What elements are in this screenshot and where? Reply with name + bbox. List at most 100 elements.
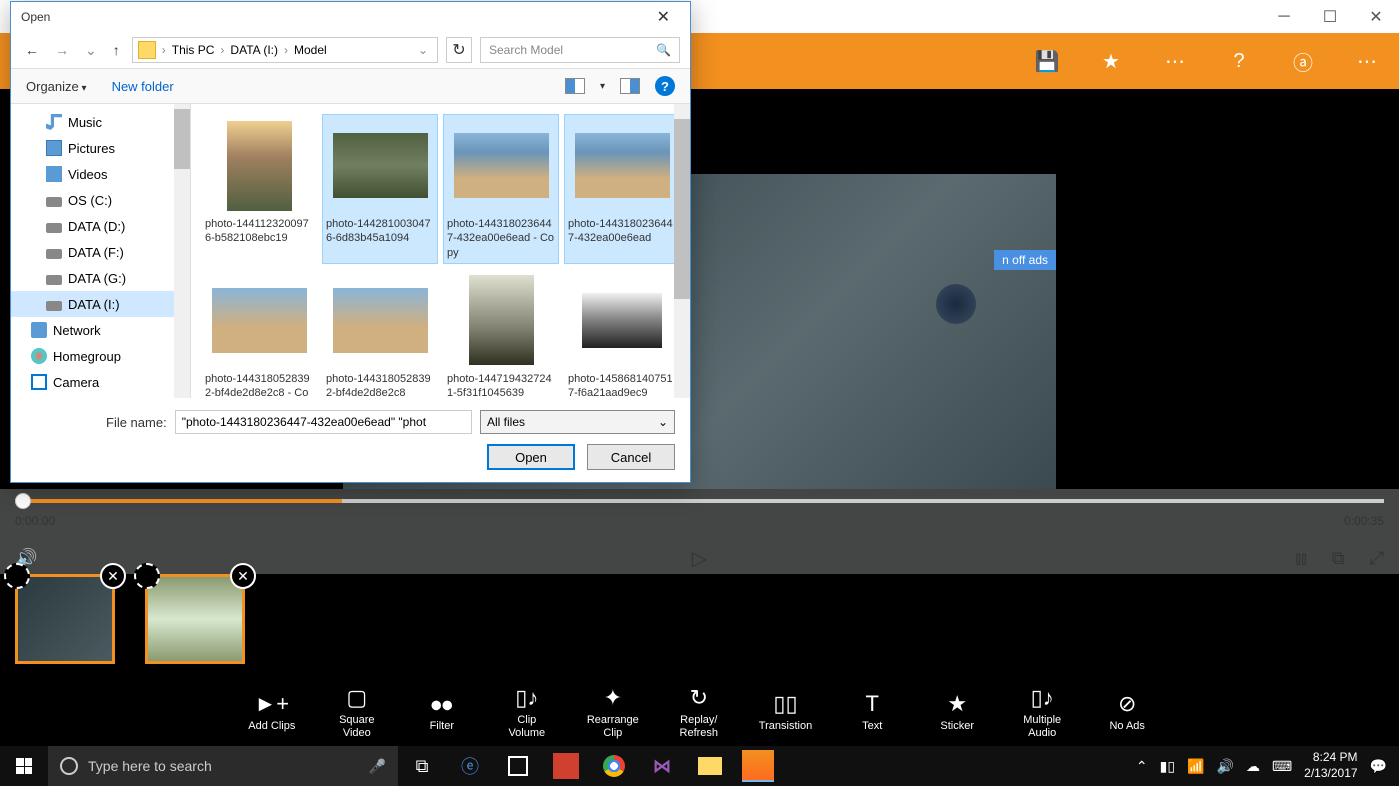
- sidebar-item-homegroup[interactable]: Homegroup: [11, 343, 190, 369]
- timeline-thumb[interactable]: [15, 493, 31, 509]
- star-icon[interactable]: ★: [1099, 49, 1123, 73]
- file-item[interactable]: photo-1442810030476-6d83b45a1094: [322, 114, 438, 264]
- help-button[interactable]: ?: [655, 76, 675, 96]
- clip-close-icon[interactable]: ✕: [230, 563, 256, 589]
- new-folder-button[interactable]: New folder: [112, 79, 174, 94]
- file-item[interactable]: photo-1443180236447-432ea00e6ead: [564, 114, 680, 264]
- back-button[interactable]: ←: [21, 42, 43, 58]
- store-icon[interactable]: [508, 756, 528, 776]
- tool-icon: ⦁⦁: [431, 692, 453, 716]
- tool-filter[interactable]: ⦁⦁Filter: [417, 692, 467, 733]
- breadcrumb[interactable]: › This PC › DATA (I:) › Model ⌄: [132, 37, 438, 63]
- breadcrumb-item[interactable]: Model: [294, 43, 327, 57]
- sidebar-item-datad[interactable]: DATA (D:): [11, 213, 190, 239]
- file-item[interactable]: photo-1443180528392-bf4de2d8e2c8 - Copy: [201, 269, 317, 398]
- view-dropdown[interactable]: ▾: [600, 81, 605, 92]
- tool-clipvolume[interactable]: ▯♪ClipVolume: [502, 686, 552, 740]
- popout-icon[interactable]: ⧉: [1332, 548, 1345, 569]
- more-icon[interactable]: ⋯: [1163, 49, 1187, 73]
- recent-dropdown[interactable]: ⌄: [81, 42, 101, 59]
- start-button[interactable]: [0, 746, 48, 786]
- file-thumbnail: [575, 273, 670, 368]
- dialog-title: Open: [21, 10, 50, 24]
- file-item[interactable]: photo-1441123200976-b582108ebc19: [201, 114, 317, 264]
- clip-expand-icon[interactable]: [4, 563, 30, 589]
- preview-pane-button[interactable]: [620, 78, 640, 94]
- time-start: 0:00:00: [15, 514, 55, 528]
- edge-icon[interactable]: ⓔ: [446, 746, 494, 786]
- sidebar-item-dataf[interactable]: DATA (F:): [11, 239, 190, 265]
- tray-expand-icon[interactable]: ⌃: [1136, 758, 1148, 775]
- search-input[interactable]: Search Model 🔍: [480, 37, 680, 63]
- file-grid[interactable]: photo-1441123200976-b582108ebc19photo-14…: [191, 104, 690, 398]
- organize-menu[interactable]: Organize: [26, 79, 87, 94]
- tool-addclips[interactable]: ►+Add Clips: [247, 692, 297, 733]
- tool-squarevideo[interactable]: ▢SquareVideo: [332, 686, 382, 740]
- sidebar-item-network[interactable]: Network: [11, 317, 190, 343]
- up-button[interactable]: ↑: [109, 42, 124, 58]
- keyboard-icon[interactable]: ⌨: [1272, 758, 1292, 775]
- file-item[interactable]: photo-1458681407517-f6a21aad9ec9: [564, 269, 680, 398]
- app-icon[interactable]: [553, 753, 579, 779]
- chrome-icon[interactable]: [603, 755, 625, 777]
- tool-rearrangeclip[interactable]: ✦RearrangeClip: [587, 686, 639, 740]
- refresh-button[interactable]: ↻: [446, 37, 472, 63]
- wifi-icon[interactable]: 📶: [1187, 758, 1204, 775]
- clip-close-icon[interactable]: ✕: [100, 563, 126, 589]
- taskbar-search[interactable]: Type here to search 🎤: [48, 746, 398, 786]
- badge-icon[interactable]: ⓐ: [1291, 49, 1315, 73]
- tool-transistion[interactable]: ▯▯Transistion: [759, 692, 812, 733]
- more2-icon[interactable]: ⋯: [1355, 49, 1379, 73]
- onedrive-icon[interactable]: ☁: [1246, 758, 1260, 775]
- fullscreen-icon[interactable]: ⤢: [1370, 548, 1384, 569]
- dialog-close-button[interactable]: ✕: [647, 7, 680, 27]
- clock[interactable]: 8:24 PM 2/13/2017: [1304, 750, 1357, 781]
- volume-icon[interactable]: 🔊: [1217, 758, 1234, 775]
- save-icon[interactable]: 💾: [1035, 49, 1059, 73]
- notifications-icon[interactable]: 💬: [1370, 758, 1387, 775]
- tool-sticker[interactable]: ★Sticker: [932, 692, 982, 733]
- tool-noads[interactable]: ⊘No Ads: [1102, 692, 1152, 733]
- visualstudio-icon[interactable]: ⋈: [638, 746, 686, 786]
- breadcrumb-item[interactable]: This PC: [172, 43, 215, 57]
- sidebar-item-osc[interactable]: OS (C:): [11, 187, 190, 213]
- forward-button[interactable]: →: [51, 42, 73, 58]
- taskview-icon[interactable]: ⧉: [398, 746, 446, 786]
- sidebar-item-label: DATA (D:): [68, 219, 125, 234]
- sidebar-item-datai[interactable]: DATA (I:): [11, 291, 190, 317]
- play-button[interactable]: ▷: [692, 546, 707, 571]
- mic-icon[interactable]: 🎤: [369, 758, 386, 775]
- battery-icon[interactable]: ▮▯: [1160, 758, 1175, 775]
- open-button[interactable]: Open: [487, 444, 575, 470]
- clip-expand-icon[interactable]: [134, 563, 160, 589]
- frame-icon[interactable]: ⫾⫾: [1295, 548, 1307, 569]
- cancel-button[interactable]: Cancel: [587, 444, 675, 470]
- help-icon[interactable]: ?: [1227, 49, 1251, 73]
- explorer-icon[interactable]: [698, 757, 722, 775]
- close-button[interactable]: ✕: [1353, 0, 1399, 33]
- sidebar-item-label: Network: [53, 323, 101, 338]
- active-app-icon[interactable]: [742, 750, 774, 782]
- tool-label: RearrangeClip: [587, 714, 639, 740]
- breadcrumb-item[interactable]: DATA (I:): [230, 43, 278, 57]
- view-mode-button[interactable]: [565, 78, 585, 94]
- filename-input[interactable]: [175, 410, 472, 434]
- clip-thumb-1[interactable]: ✕: [15, 574, 115, 664]
- sidebar-item-datag[interactable]: DATA (G:): [11, 265, 190, 291]
- file-item[interactable]: photo-1443180236447-432ea00e6ead - Copy: [443, 114, 559, 264]
- tool-replayrefresh[interactable]: ↻Replay/Refresh: [674, 686, 724, 740]
- maximize-button[interactable]: ☐: [1307, 0, 1353, 33]
- file-item[interactable]: photo-1447194327241-5f31f1045639: [443, 269, 559, 398]
- sidebar-item-music[interactable]: Music: [11, 109, 190, 135]
- clip-thumb-2[interactable]: ✕: [145, 574, 245, 664]
- minimize-button[interactable]: ─: [1261, 0, 1307, 33]
- sidebar-item-pictures[interactable]: Pictures: [11, 135, 190, 161]
- open-dialog: Open ✕ ← → ⌄ ↑ › This PC › DATA (I:) › M…: [10, 1, 691, 483]
- filetype-filter[interactable]: All files: [480, 410, 675, 434]
- sidebar-item-camera[interactable]: Camera: [11, 369, 190, 395]
- tool-text[interactable]: TText: [847, 692, 897, 733]
- tool-multipleaudio[interactable]: ▯♪MultipleAudio: [1017, 686, 1067, 740]
- file-item[interactable]: photo-1443180528392-bf4de2d8e2c8: [322, 269, 438, 398]
- ads-badge[interactable]: n off ads: [994, 250, 1056, 270]
- sidebar-item-videos[interactable]: Videos: [11, 161, 190, 187]
